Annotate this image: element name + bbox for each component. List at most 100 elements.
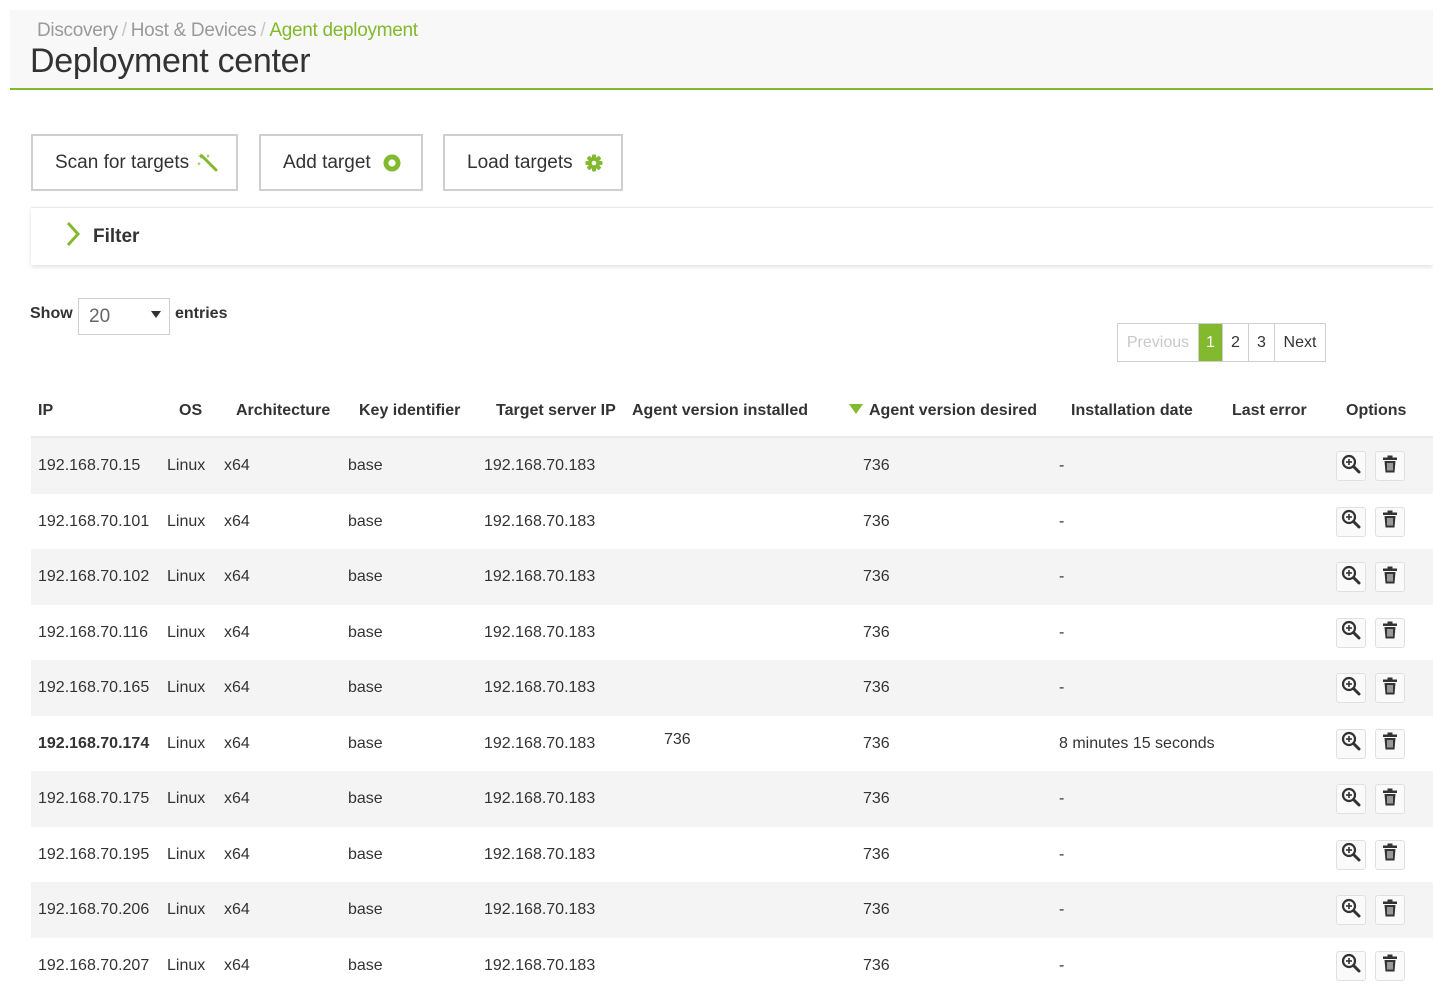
trash-icon: [1382, 788, 1398, 811]
breadcrumb-item-discovery[interactable]: Discovery: [37, 20, 118, 41]
cell-target-server-ip: 192.168.70.183: [484, 623, 596, 641]
view-target-button[interactable]: [1336, 728, 1366, 759]
col-header-installation-date[interactable]: Installation date: [1071, 402, 1193, 420]
cell-os: Linux: [167, 623, 206, 641]
magnifier-icon: [1341, 842, 1361, 867]
cell-agent-version-desired: 736: [863, 679, 890, 696]
add-target-button-label: Add target: [283, 151, 371, 173]
cell-agent-version-desired: 736: [863, 623, 890, 641]
magnifier-icon: [1341, 454, 1361, 479]
cell-installation-date: -: [1059, 901, 1065, 918]
delete-target-button[interactable]: [1375, 451, 1405, 481]
breadcrumb-item-agent-deployment[interactable]: Agent deployment: [269, 20, 418, 41]
table-row: 192.168.70.15 Linux x64 base 192.168.70.…: [31, 438, 1433, 494]
load-targets-button[interactable]: Load targets: [443, 134, 623, 191]
cell-ip: 192.168.70.116: [38, 623, 149, 641]
delete-target-button[interactable]: [1375, 784, 1405, 814]
cell-architecture: x64: [224, 845, 250, 863]
col-header-os[interactable]: OS: [179, 402, 202, 420]
table-row: 192.168.70.175 Linux x64 base 192.168.70…: [31, 771, 1433, 827]
table-header: IP OS Architecture Key identifier Target…: [31, 384, 1433, 438]
breadcrumb-item-host-devices[interactable]: Host & Devices: [131, 20, 257, 41]
trash-icon: [1382, 455, 1398, 478]
cell-os: Linux: [167, 679, 206, 696]
table-row: 192.168.70.206 Linux x64 base 192.168.70…: [31, 882, 1433, 938]
magnifier-icon: [1341, 509, 1361, 534]
cell-installation-date: -: [1059, 956, 1065, 974]
cell-agent-version-desired: 736: [863, 512, 890, 530]
col-header-key-identifier[interactable]: Key identifier: [359, 402, 460, 420]
cell-target-server-ip: 192.168.70.183: [484, 845, 596, 863]
trash-icon: [1382, 843, 1398, 866]
cell-agent-version-desired: 736: [863, 790, 890, 807]
trash-icon: [1382, 677, 1398, 700]
pagination-page-1[interactable]: 1: [1198, 324, 1222, 361]
pagination-page-2[interactable]: 2: [1222, 324, 1248, 361]
cell-target-server-ip: 192.168.70.183: [484, 457, 596, 474]
cell-architecture: x64: [224, 679, 250, 696]
col-header-ip[interactable]: IP: [38, 402, 53, 420]
cell-installation-date: -: [1059, 679, 1065, 696]
pagination-page-3[interactable]: 3: [1248, 324, 1274, 361]
magnifier-icon: [1341, 731, 1361, 756]
breadcrumb: Discovery / Host & Devices / Agent deploymen…: [37, 20, 418, 42]
view-target-button[interactable]: [1336, 506, 1366, 537]
magnifier-icon: [1341, 898, 1361, 923]
cell-key-identifier: base: [348, 568, 383, 585]
filter-toggle[interactable]: Filter: [31, 207, 1433, 265]
cell-os: Linux: [167, 457, 206, 474]
cell-key-identifier: base: [348, 457, 383, 474]
delete-target-button[interactable]: [1375, 839, 1405, 870]
view-target-button[interactable]: [1336, 895, 1366, 925]
view-target-button[interactable]: [1336, 839, 1366, 870]
cell-key-identifier: base: [348, 901, 383, 918]
trash-icon: [1382, 954, 1398, 977]
delete-target-button[interactable]: [1375, 562, 1405, 592]
view-target-button[interactable]: [1336, 673, 1366, 703]
col-header-agent-version-installed[interactable]: Agent version installed: [632, 402, 808, 420]
table-row: 192.168.70.207 Linux x64 base 192.168.70…: [31, 938, 1433, 984]
cell-key-identifier: base: [348, 845, 383, 863]
cell-installation-date: -: [1059, 845, 1065, 863]
delete-target-button[interactable]: [1375, 617, 1405, 648]
trash-icon: [1382, 566, 1398, 589]
cell-ip: 192.168.70.174: [38, 734, 150, 752]
cell-ip: 192.168.70.175: [38, 790, 150, 807]
cell-ip: 192.168.70.15: [38, 457, 141, 474]
delete-target-button[interactable]: [1375, 950, 1405, 981]
cell-ip: 192.168.70.206: [38, 901, 150, 918]
scan-for-targets-button[interactable]: Scan for targets: [31, 134, 238, 191]
cell-architecture: x64: [224, 457, 250, 474]
cell-os: Linux: [167, 568, 206, 585]
table-row: 192.168.70.165 Linux x64 base 192.168.70…: [31, 660, 1433, 716]
entries-select[interactable]: 20: [78, 298, 170, 335]
magnifier-icon: [1341, 787, 1361, 812]
cell-agent-version-desired: 736: [863, 568, 890, 585]
view-target-button[interactable]: [1336, 617, 1366, 648]
view-target-button[interactable]: [1336, 451, 1366, 481]
col-header-agent-version-desired[interactable]: Agent version desired: [849, 402, 1037, 420]
cell-target-server-ip: 192.168.70.183: [484, 790, 596, 807]
pagination-next[interactable]: Next: [1274, 324, 1325, 361]
view-target-button[interactable]: [1336, 784, 1366, 814]
magnifier-icon: [1341, 676, 1361, 701]
add-target-button[interactable]: Add target: [259, 134, 423, 191]
delete-target-button[interactable]: [1375, 728, 1405, 759]
entries-label: entries: [175, 305, 228, 322]
breadcrumb-separator: /: [260, 20, 266, 41]
view-target-button[interactable]: [1336, 562, 1366, 592]
delete-target-button[interactable]: [1375, 895, 1405, 925]
cell-installation-date: -: [1059, 623, 1065, 641]
cell-architecture: x64: [224, 901, 250, 918]
cell-target-server-ip: 192.168.70.183: [484, 956, 596, 974]
col-header-target-server-ip[interactable]: Target server IP: [496, 402, 616, 420]
view-target-button[interactable]: [1336, 950, 1366, 981]
col-header-architecture[interactable]: Architecture: [236, 402, 330, 420]
table-row: 192.168.70.102 Linux x64 base 192.168.70…: [31, 549, 1433, 605]
cell-architecture: x64: [224, 568, 250, 585]
col-header-last-error[interactable]: Last error: [1232, 402, 1307, 420]
cell-ip: 192.168.70.101: [38, 512, 150, 530]
table-row: 192.168.70.174 Linux x64 base 192.168.70…: [31, 716, 1433, 772]
delete-target-button[interactable]: [1375, 506, 1405, 537]
delete-target-button[interactable]: [1375, 673, 1405, 703]
